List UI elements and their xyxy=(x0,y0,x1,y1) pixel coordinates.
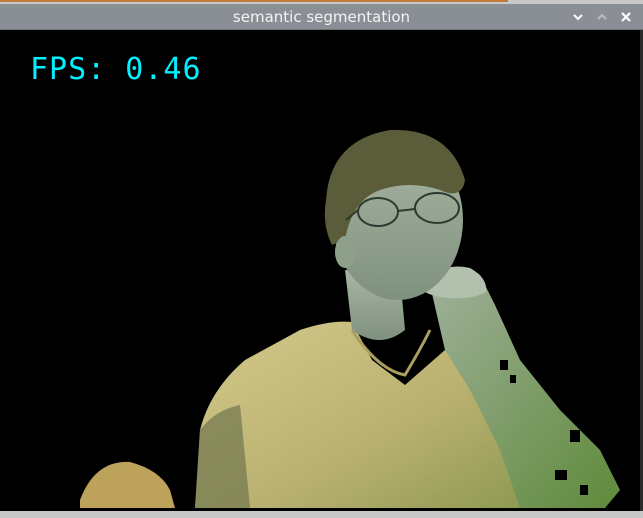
fps-counter: FPS: 0.46 xyxy=(30,52,202,87)
segmented-person-image xyxy=(80,129,620,508)
app-window: semantic segmentation FPS: 0.46 xyxy=(0,0,643,518)
chevron-up-icon xyxy=(597,13,607,20)
close-icon xyxy=(621,12,631,22)
maximize-button[interactable] xyxy=(592,7,612,27)
video-canvas: FPS: 0.46 xyxy=(0,30,643,518)
window-bottom-edge xyxy=(0,511,643,518)
window-top-accent xyxy=(0,0,508,2)
close-button[interactable] xyxy=(616,7,636,27)
title-bar[interactable]: semantic segmentation xyxy=(0,4,643,30)
chevron-down-icon xyxy=(573,14,583,21)
minimize-button[interactable] xyxy=(568,7,588,27)
window-title: semantic segmentation xyxy=(232,8,411,26)
